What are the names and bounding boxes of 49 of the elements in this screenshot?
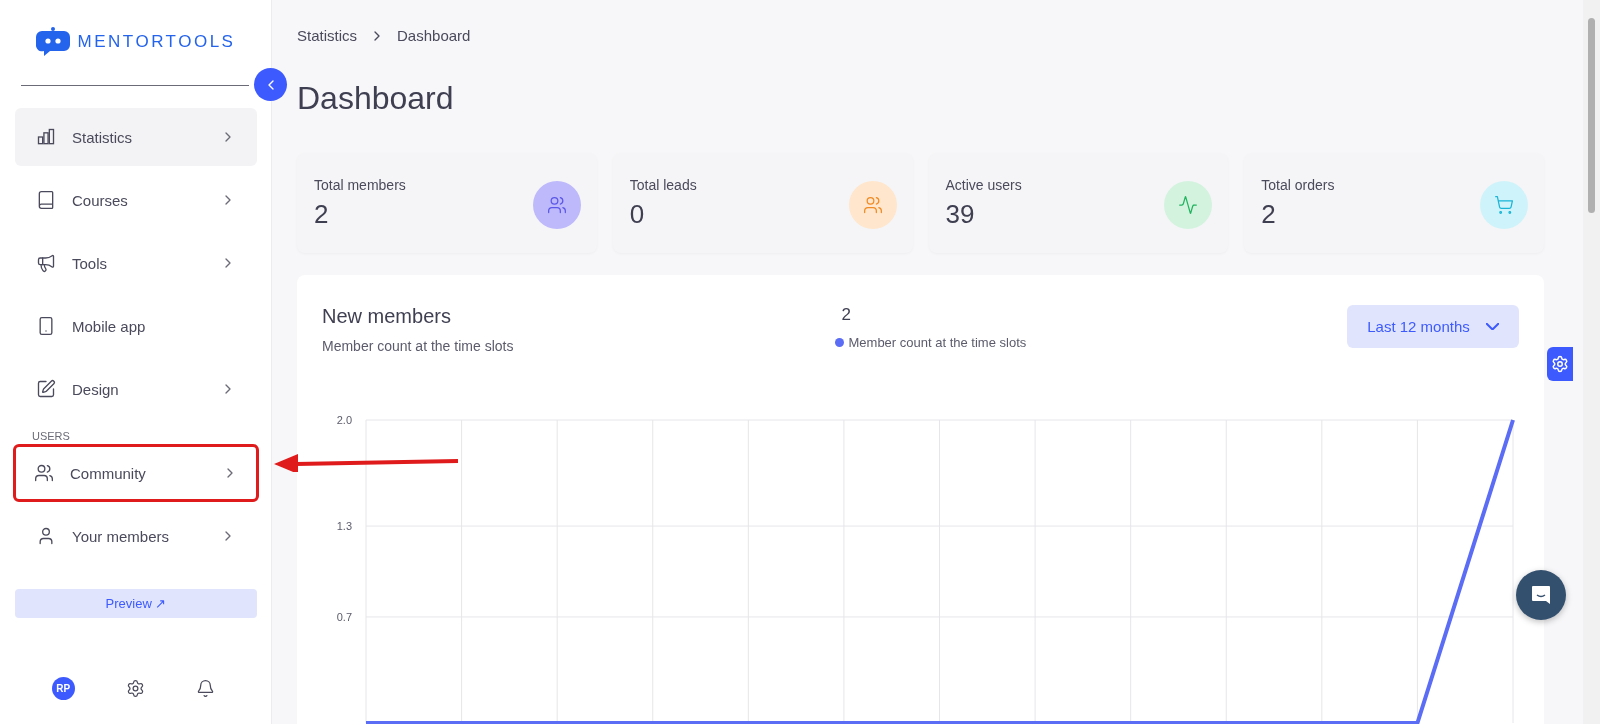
chat-button[interactable] [1516,570,1566,620]
chart-title: New members [322,305,452,328]
megaphone-icon [36,253,56,273]
stat-label: Active users [945,177,1022,193]
sidebar-item[interactable]: Community [13,444,259,502]
settings-icon [1551,355,1569,373]
chat-icon [1530,584,1552,606]
pulse-icon [1178,195,1199,215]
stat-value: 39 [945,199,976,230]
axis-label: 1.3 [336,520,352,533]
user-avatar[interactable]: RP [51,677,75,700]
people-icon [34,463,54,483]
stat-value: 2 [314,199,330,230]
cart-icon [1494,195,1514,215]
total-value: 2 [840,305,852,325]
sidebar-item[interactable]: Statistics [15,108,257,166]
sidebar-item[interactable]: Courses [15,171,257,229]
chart-subtitle: Member count at the time slots [322,338,515,354]
settings-button[interactable] [1547,347,1573,381]
stat-label: Total members [314,177,406,193]
breadcrumb-item: Dashboard [397,27,471,44]
stat-label: Total orders [1261,177,1335,193]
users-icon [862,195,883,215]
pen-icon [36,379,56,399]
bell-icon[interactable] [196,679,216,698]
sidebar-item[interactable]: Mobile app [15,297,257,355]
stat-value: 0 [629,199,646,230]
breadcrumb-item[interactable]: Statistics [297,27,357,44]
chevron-down-icon [1485,323,1499,330]
sidebar-item[interactable]: Tools [15,234,257,292]
settings-icon[interactable] [126,679,145,698]
stat-value: 2 [1261,199,1277,230]
preview-button[interactable]: Preview ↗ [15,589,257,618]
legend-label: Member count at the time slots [848,335,1027,350]
range-dropdown[interactable]: Last 12 months [1347,305,1519,348]
axis-label: 2.0 [336,414,352,426]
sidebar-item[interactable]: Design [15,360,257,418]
scrollbar[interactable] [1583,0,1600,724]
stat-label: Total leads [629,177,697,193]
brand-name: MENTORTOOLS [77,32,236,52]
collapse-button[interactable] [254,68,287,101]
sidebar-item[interactable]: Your members [15,507,257,565]
book-icon [36,190,56,210]
bar-chart-icon [36,127,56,147]
robot-logo-icon [35,27,70,57]
axis-label: 0.7 [336,610,352,623]
section-label: USERS [31,429,71,442]
users-icon [546,195,567,215]
page-title: Dashboard [297,80,455,117]
